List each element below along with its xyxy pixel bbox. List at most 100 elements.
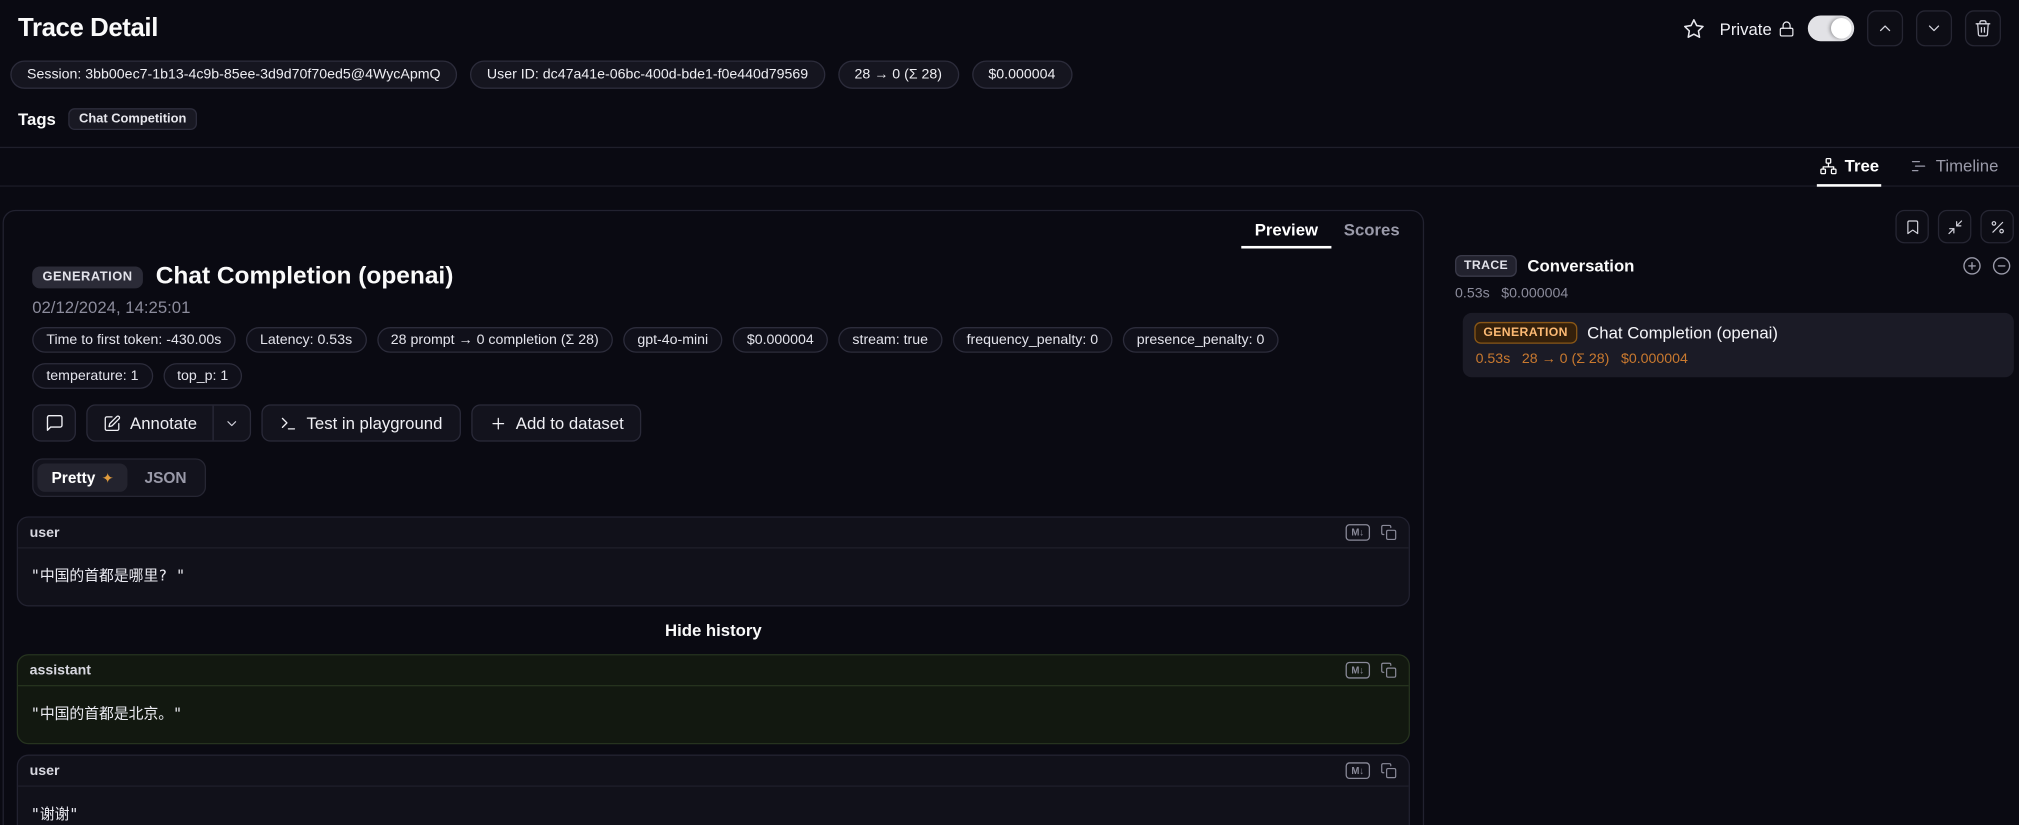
collapse-icon [1946, 218, 1963, 235]
copy-button[interactable] [1380, 662, 1397, 679]
presence-penalty-pill: presence_penalty: 0 [1123, 327, 1279, 353]
markdown-icon: M↓ [1346, 762, 1370, 779]
add-to-dataset-button[interactable]: Add to dataset [471, 404, 642, 441]
observation-preview-card: Preview Scores GENERATION Chat Completio… [3, 210, 1425, 825]
bookmark-button[interactable] [1895, 210, 1928, 243]
message-header: user M↓ [18, 518, 1409, 549]
message-role: assistant [30, 662, 91, 677]
tags-row: Tags Chat Competition [0, 95, 2019, 147]
format-tab-json[interactable]: JSON [130, 464, 200, 492]
copy-button[interactable] [1380, 762, 1397, 779]
playground-label: Test in playground [307, 413, 443, 432]
lock-icon [1778, 20, 1795, 37]
expand-all-button[interactable] [1962, 256, 1981, 275]
tree-icon [1819, 156, 1837, 174]
pretty-label: Pretty [52, 469, 96, 487]
json-label: JSON [145, 469, 187, 487]
markdown-toggle-button[interactable]: M↓ [1346, 524, 1370, 541]
chevron-up-icon [1876, 19, 1894, 37]
top-bar: Trace Detail Private [0, 0, 2019, 54]
session-badge[interactable]: Session: 3bb00ec7-1b13-4c9b-85ee-3d9d70f… [10, 61, 457, 89]
comment-icon [44, 413, 63, 432]
generation-tree-node-selected[interactable]: GENERATION Chat Completion (openai) 0.53… [1463, 313, 2014, 377]
observation-title: Chat Completion (openai) [156, 263, 454, 291]
token-pill: 28 prompt → 0 completion (Σ 28) [377, 327, 613, 353]
delete-trace-button[interactable] [1965, 10, 2001, 46]
trace-metrics: 0.53s $0.000004 [1455, 286, 2011, 301]
toggle-metrics-button[interactable] [1980, 210, 2013, 243]
generation-latency: 0.53s [1476, 352, 1511, 367]
message-content: "谢谢" [18, 787, 1409, 825]
markdown-icon: M↓ [1346, 662, 1370, 679]
percent-icon [1989, 218, 2006, 235]
trace-tree-root[interactable]: TRACE Conversation 0.53s $0.000004 [1447, 252, 2014, 301]
bookmark-star-button[interactable] [1680, 15, 1707, 42]
generation-row: GENERATION Chat Completion (openai) [1474, 322, 2002, 344]
markdown-icon: M↓ [1346, 524, 1370, 541]
observation-title-row: GENERATION Chat Completion (openai) [32, 263, 1397, 291]
temperature-pill: temperature: 1 [32, 363, 152, 389]
test-in-playground-button[interactable]: Test in playground [261, 404, 460, 441]
tab-timeline-label: Timeline [1936, 156, 1999, 175]
message-role: user [30, 763, 60, 778]
observation-header: GENERATION Chat Completion (openai) 02/1… [4, 249, 1423, 498]
add-to-dataset-label: Add to dataset [516, 413, 624, 432]
token-usage-badge: 28 → 0 (Σ 28) [838, 61, 959, 89]
copy-icon [1380, 762, 1397, 779]
tab-preview[interactable]: Preview [1242, 215, 1331, 248]
hide-history-button[interactable]: Hide history [17, 617, 1410, 644]
observation-actions: Annotate Test in playground Add to datas… [32, 404, 1397, 441]
generation-metrics: 0.53s 28 → 0 (Σ 28) $0.000004 [1474, 352, 2002, 367]
tab-scores[interactable]: Scores [1331, 215, 1413, 248]
user-id-badge[interactable]: User ID: dc47a41e-06bc-400d-bde1-f0e440d… [470, 61, 825, 89]
generation-tokens: 28 → 0 (Σ 28) [1522, 352, 1609, 367]
trace-meta-row: Session: 3bb00ec7-1b13-4c9b-85ee-3d9d70f… [0, 54, 2019, 95]
minus-circle-icon [1992, 256, 2011, 275]
comments-button[interactable] [32, 404, 76, 441]
message-role: user [30, 525, 60, 540]
trace-latency: 0.53s [1455, 286, 1490, 301]
plus-icon [489, 414, 507, 432]
annotate-split-button: Annotate [86, 404, 251, 441]
tree-toolbar [1447, 210, 2014, 243]
previous-trace-button[interactable] [1867, 10, 1903, 46]
tab-timeline[interactable]: Timeline [1907, 148, 2001, 187]
observation-tabs: Preview Scores [4, 211, 1423, 248]
frequency-penalty-pill: frequency_penalty: 0 [952, 327, 1112, 353]
format-tab-pretty[interactable]: Pretty ✦ [37, 464, 127, 492]
collapse-all-button[interactable] [1938, 210, 1971, 243]
stream-pill: stream: true [838, 327, 942, 353]
markdown-toggle-button[interactable]: M↓ [1346, 662, 1370, 679]
top-bar-actions: Private [1680, 10, 2001, 46]
message-tools: M↓ [1346, 662, 1398, 679]
annotate-button[interactable]: Annotate [88, 406, 213, 441]
plus-circle-icon [1962, 256, 1981, 275]
generation-name: Chat Completion (openai) [1587, 323, 1778, 342]
markdown-toggle-button[interactable]: M↓ [1346, 762, 1370, 779]
annotate-dropdown-button[interactable] [213, 406, 250, 441]
trace-detail-page: Trace Detail Private Session: 3bb [0, 0, 2019, 825]
annotate-label: Annotate [130, 413, 197, 432]
message-content: "中国的首都是北京。" [18, 686, 1409, 743]
ttft-pill: Time to first token: -430.00s [32, 327, 235, 353]
page-title: Trace Detail [18, 14, 158, 44]
bookmark-icon [1904, 218, 1921, 235]
trace-name: Conversation [1527, 256, 1634, 275]
view-tabs: Tree Timeline [0, 148, 2019, 187]
observation-type-badge: GENERATION [32, 266, 143, 288]
message-content: "中国的首都是哪里? " [18, 549, 1409, 606]
main-content: Preview Scores GENERATION Chat Completio… [0, 187, 2019, 825]
copy-icon [1380, 524, 1397, 541]
star-icon [1682, 17, 1704, 39]
next-trace-button[interactable] [1916, 10, 1952, 46]
observation-timestamp: 02/12/2024, 14:25:01 [32, 297, 1397, 316]
copy-button[interactable] [1380, 524, 1397, 541]
privacy-text: Private [1720, 19, 1772, 38]
model-pill[interactable]: gpt-4o-mini [623, 327, 722, 353]
latency-pill: Latency: 0.53s [246, 327, 366, 353]
collapse-tree-button[interactable] [1992, 256, 2011, 275]
privacy-label: Private [1720, 19, 1795, 38]
tag-badge[interactable]: Chat Competition [69, 108, 197, 130]
visibility-toggle[interactable] [1808, 15, 1854, 41]
tab-tree[interactable]: Tree [1816, 148, 1881, 187]
